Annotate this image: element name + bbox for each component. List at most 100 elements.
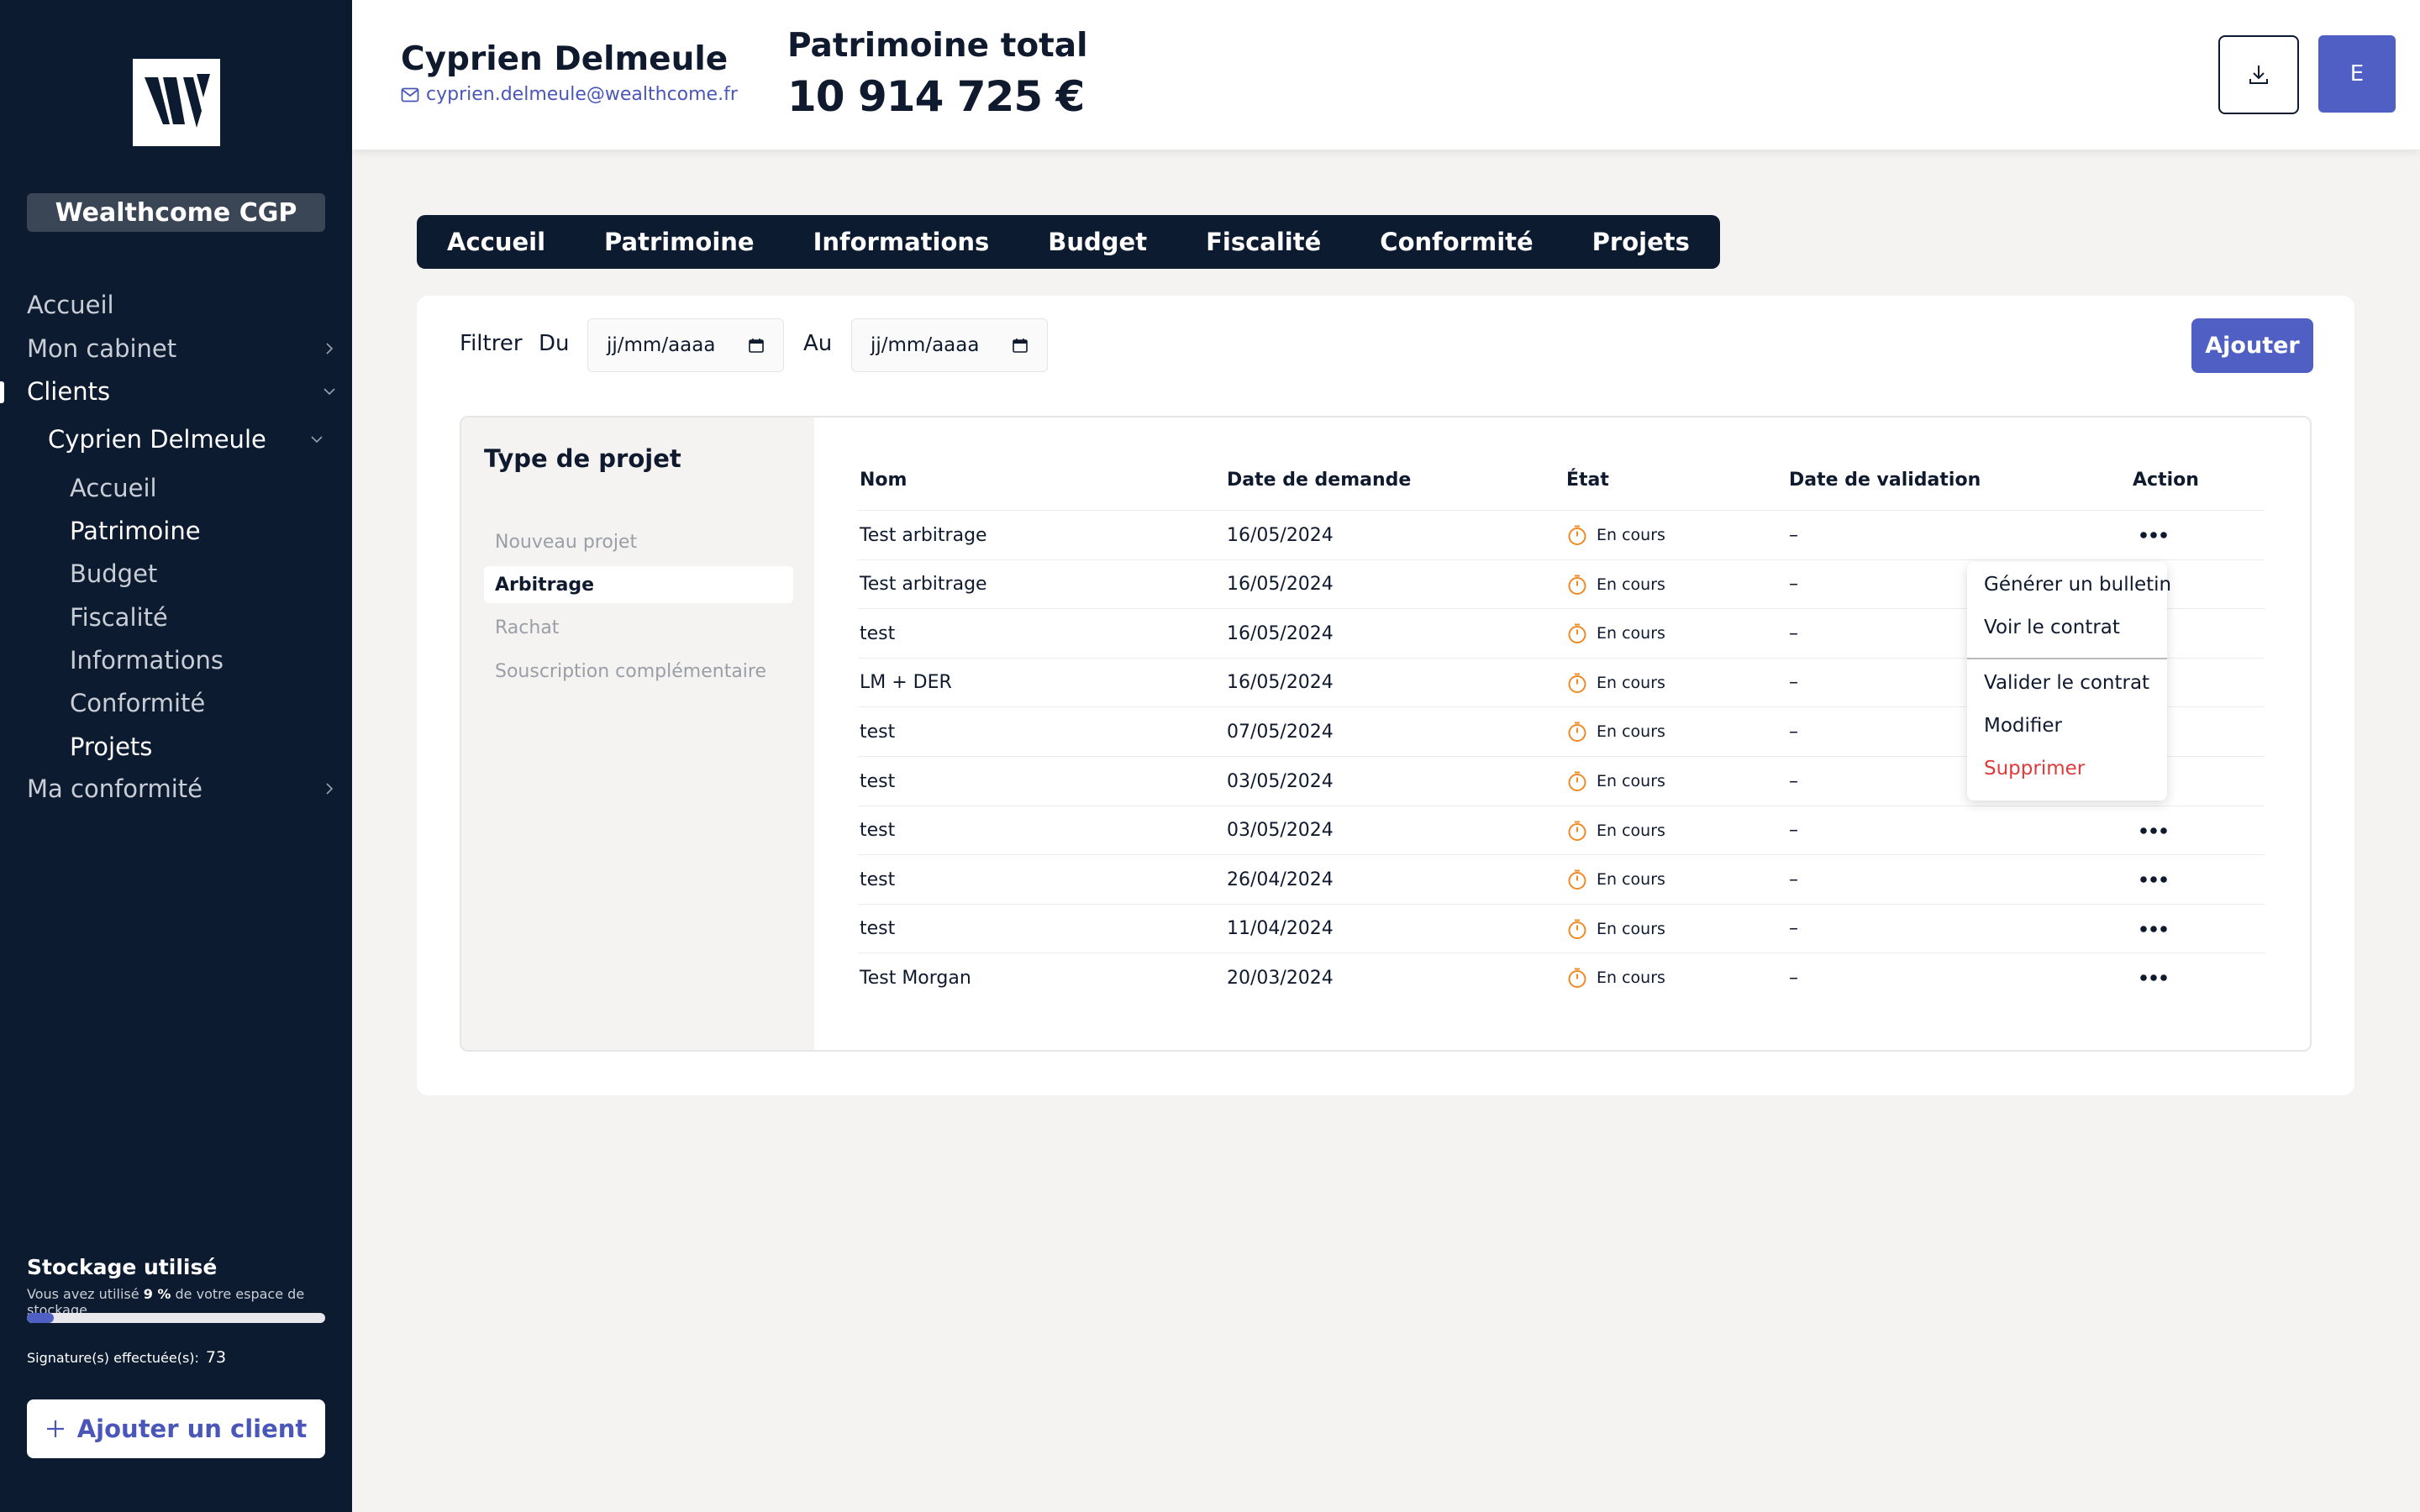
sidebar: Wealthcome CGP Accueil Mon cabinet Clien…: [0, 0, 352, 1512]
row-actions-button[interactable]: [2139, 806, 2168, 855]
project-type-rachat[interactable]: Rachat: [484, 609, 793, 646]
cell-nom: test: [860, 770, 896, 792]
date-from-input[interactable]: jj/mm/aaaa: [587, 318, 784, 372]
project-type-arbitrage[interactable]: Arbitrage: [484, 566, 793, 603]
cell-date-validation: –: [1789, 967, 1798, 989]
cell-date-demande: 07/05/2024: [1227, 721, 1334, 743]
more-horizontal-icon: [2140, 827, 2167, 834]
sidebar-subitem-conformite[interactable]: Conformité: [70, 689, 205, 717]
project-type-souscription[interactable]: Souscription complémentaire: [484, 653, 793, 690]
status-text: En cours: [1597, 624, 1665, 643]
patrimoine-value: 10 914 725 €: [787, 72, 1085, 121]
sidebar-item-label: Accueil: [27, 291, 114, 319]
cell-date-demande: 16/05/2024: [1227, 524, 1334, 546]
calendar-icon[interactable]: [748, 337, 765, 354]
status-text: En cours: [1597, 821, 1665, 840]
signatures-value: 73: [205, 1348, 227, 1367]
tab-projets[interactable]: Projets: [1592, 228, 1690, 256]
table-row[interactable]: Test arbitrage 16/05/2024 En cours –: [858, 510, 2265, 559]
signatures-count: Signature(s) effectuée(s): 73: [27, 1348, 226, 1367]
cell-date-demande: 26/04/2024: [1227, 869, 1334, 890]
sidebar-subitem-informations[interactable]: Informations: [70, 646, 224, 675]
menu-modifier[interactable]: Modifier: [1984, 715, 2062, 737]
tab-fiscalite[interactable]: Fiscalité: [1206, 228, 1321, 256]
sidebar-item-clients[interactable]: Clients: [27, 377, 346, 406]
timer-icon: [1568, 575, 1586, 595]
cell-nom: LM + DER: [860, 672, 952, 694]
sidebar-item-ma-conformite[interactable]: Ma conformité: [27, 774, 346, 803]
storage-desc-prefix: Vous avez utilisé: [27, 1286, 139, 1302]
sidebar-subitem-patrimoine[interactable]: Patrimoine: [70, 517, 201, 545]
add-client-button[interactable]: Ajouter un client: [27, 1399, 325, 1458]
cell-date-validation: –: [1789, 820, 1798, 842]
client-email-text: cyprien.delmeule@wealthcome.fr: [426, 84, 738, 105]
date-to-placeholder: jj/mm/aaaa: [871, 334, 980, 356]
sidebar-item-client-cyprien[interactable]: Cyprien Delmeule: [48, 425, 334, 454]
sidebar-item-accueil[interactable]: Accueil: [27, 291, 346, 319]
menu-voir-contrat[interactable]: Voir le contrat: [1984, 617, 2120, 638]
sidebar-item-mon-cabinet[interactable]: Mon cabinet: [27, 334, 346, 363]
sidebar-subitem-budget[interactable]: Budget: [70, 559, 157, 588]
cell-date-demande: 16/05/2024: [1227, 574, 1334, 596]
user-avatar[interactable]: E: [2318, 35, 2396, 113]
row-actions-button[interactable]: [2139, 905, 2168, 953]
timer-icon: [1568, 869, 1586, 890]
menu-generer-bulletin[interactable]: Générer un bulletin: [1984, 574, 2171, 596]
wealthcome-logo-icon[interactable]: [133, 59, 220, 146]
download-button[interactable]: [2218, 35, 2299, 114]
cell-date-demande: 20/03/2024: [1227, 967, 1334, 989]
cell-date-demande: 16/05/2024: [1227, 622, 1334, 644]
menu-supprimer[interactable]: Supprimer: [1984, 758, 2085, 780]
menu-valider-contrat[interactable]: Valider le contrat: [1984, 672, 2149, 694]
tab-accueil[interactable]: Accueil: [447, 228, 545, 256]
tab-conformite[interactable]: Conformité: [1380, 228, 1533, 256]
add-project-button[interactable]: Ajouter: [2191, 318, 2313, 373]
timer-icon: [1568, 525, 1586, 545]
storage-percent: 9 %: [143, 1286, 171, 1302]
sidebar-item-label: Clients: [27, 377, 111, 406]
row-actions-button[interactable]: [2139, 953, 2168, 1002]
cell-date-validation: –: [1789, 721, 1798, 743]
tab-informations[interactable]: Informations: [813, 228, 990, 256]
sidebar-item-label: Accueil: [70, 474, 157, 502]
project-type-nouveau[interactable]: Nouveau projet: [484, 523, 793, 560]
status-text: En cours: [1597, 526, 1665, 544]
date-from-label: Du: [539, 331, 570, 356]
timer-icon: [1568, 821, 1586, 841]
row-actions-button[interactable]: [2139, 511, 2168, 559]
table-row[interactable]: test 03/05/2024 En cours –: [858, 805, 2265, 855]
sidebar-subitem-fiscalite[interactable]: Fiscalité: [70, 603, 168, 632]
date-from-placeholder: jj/mm/aaaa: [607, 334, 716, 356]
column-header-nom[interactable]: Nom: [860, 470, 907, 491]
column-header-date-demande[interactable]: Date de demande: [1227, 470, 1411, 491]
sidebar-item-label: Informations: [70, 646, 224, 675]
client-email-link[interactable]: cyprien.delmeule@wealthcome.fr: [401, 84, 738, 105]
more-horizontal-icon: [2140, 974, 2167, 982]
date-to-input[interactable]: jj/mm/aaaa: [851, 318, 1048, 372]
column-header-etat[interactable]: État: [1566, 470, 1609, 491]
table-row[interactable]: test 11/04/2024 En cours –: [858, 903, 2265, 953]
sidebar-item-label: Patrimoine: [70, 517, 201, 545]
project-type-title: Type de projet: [484, 444, 681, 473]
sidebar-subitem-projets[interactable]: Projets: [70, 732, 152, 761]
signatures-label: Signature(s) effectuée(s):: [27, 1350, 199, 1366]
column-header-date-validation[interactable]: Date de validation: [1789, 470, 1981, 491]
cell-date-validation: –: [1789, 770, 1798, 792]
timer-icon: [1568, 623, 1586, 644]
sidebar-item-label: Ma conformité: [27, 774, 203, 803]
table-row[interactable]: Test Morgan 20/03/2024 En cours –: [858, 953, 2265, 1001]
tab-budget[interactable]: Budget: [1048, 228, 1147, 256]
nav-active-indicator: [0, 381, 4, 403]
table-row[interactable]: test 26/04/2024 En cours –: [858, 854, 2265, 903]
tab-patrimoine[interactable]: Patrimoine: [604, 228, 755, 256]
mail-icon: [401, 87, 419, 102]
client-header: Cyprien Delmeule cyprien.delmeule@wealth…: [352, 0, 2420, 150]
calendar-icon[interactable]: [1012, 337, 1028, 354]
sidebar-item-label: Conformité: [70, 689, 206, 717]
cell-etat: En cours: [1566, 560, 1665, 609]
timer-icon: [1568, 968, 1586, 989]
chevron-down-icon: [324, 388, 335, 396]
row-actions-button[interactable]: [2139, 855, 2168, 904]
sidebar-item-label: Fiscalité: [70, 603, 168, 632]
sidebar-subitem-accueil[interactable]: Accueil: [70, 474, 157, 502]
